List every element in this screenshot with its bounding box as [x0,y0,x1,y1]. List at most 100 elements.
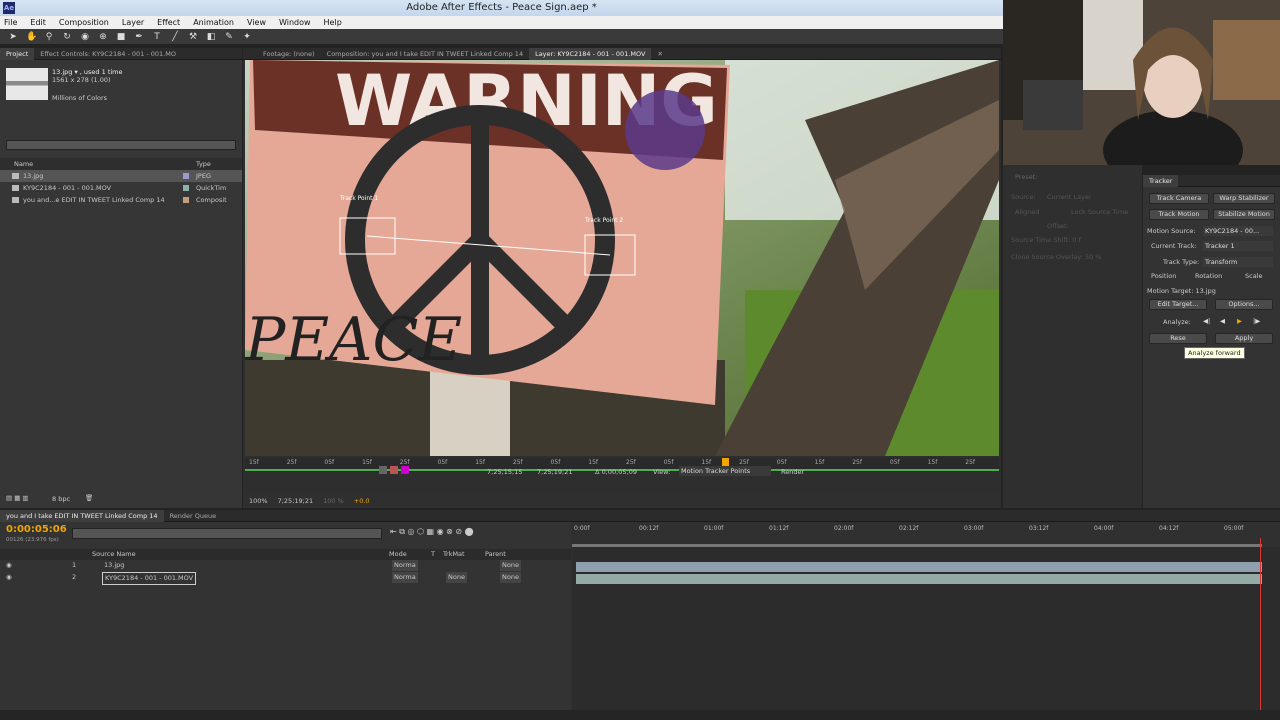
timeline-search-input[interactable] [72,528,382,539]
tab-layer[interactable]: Layer: KY9C2184 - 001 - 001.MOV [529,47,652,60]
tab-tracker[interactable]: Tracker [1143,174,1179,187]
render-checkbox[interactable]: Render [781,468,804,476]
stabilize-motion-button[interactable]: Stabilize Motion [1213,209,1275,220]
layer-bar-mov[interactable] [576,574,1262,584]
menu-file[interactable]: File [4,16,17,29]
roto-brush-tool-icon[interactable]: ✎ [224,32,234,42]
set-in-icon[interactable] [379,466,387,474]
tab-footage[interactable]: Footage: (none) [243,50,321,58]
zoom-select[interactable]: 100% [249,497,268,505]
project-item[interactable]: KY9C2184 - 001 - 001.MOV QuickTim [0,182,242,194]
timeline-layer-row[interactable]: ◉ 1 13.jpg Norma None [0,560,571,571]
column-name[interactable]: Name [14,158,33,170]
clone-stamp-tool-icon[interactable]: ⚒ [188,32,198,42]
source-select[interactable]: Current Layer [1047,193,1092,201]
options-button[interactable]: Options... [1215,299,1273,310]
close-tab-icon[interactable]: ✕ [651,50,668,58]
mode-select[interactable]: Norma [392,572,418,583]
current-time-display[interactable]: 0:00:05:06 [6,524,67,535]
menu-animation[interactable]: Animation [193,16,234,29]
analyze-1-forward-icon[interactable]: |▶ [1253,317,1260,325]
tab-render-queue[interactable]: Render Queue [164,512,223,520]
lock-source-time-checkbox[interactable]: Lock Source Time [1071,208,1128,216]
type-tool-icon[interactable]: T [152,32,162,42]
project-search-input[interactable] [6,140,236,150]
tab-timeline-comp[interactable]: you and I take EDIT IN TWEET Linked Comp… [0,509,164,522]
analyze-1-back-icon[interactable]: ◀ [1220,317,1225,325]
column-parent[interactable]: Parent [485,549,506,560]
menu-view[interactable]: View [247,16,266,29]
zoom-tool-icon[interactable]: ⚲ [44,32,54,42]
edit-target-button[interactable]: Edit Target... [1149,299,1207,310]
reset-button[interactable]: Rese [1149,333,1207,344]
analyze-back-icon[interactable]: ◀| [1203,317,1210,325]
menu-window[interactable]: Window [279,16,311,29]
trash-icon[interactable]: 🗑 [85,494,93,502]
parent-select[interactable]: None [500,560,521,571]
current-time-display[interactable]: 7;25;19;21 [278,497,314,505]
tab-project[interactable]: Project [0,47,35,60]
aligned-checkbox[interactable]: Aligned [1015,208,1039,216]
column-t[interactable]: T [431,549,435,560]
brush-tool-icon[interactable]: ╱ [170,32,180,42]
motion-source-select[interactable]: KY9C2184 - 00... [1203,226,1273,236]
layer-in-point[interactable]: 7;25;15;15 [487,468,523,476]
interpret-footage-icon[interactable]: ▤ ▦ ▥ [6,494,29,502]
current-track-select[interactable]: Tracker 1 [1203,241,1273,251]
view-select[interactable]: Motion Tracker Points [679,466,771,476]
column-mode[interactable]: Mode [389,549,407,560]
puppet-pin-tool-icon[interactable]: ✦ [242,32,252,42]
menu-effect[interactable]: Effect [157,16,180,29]
pen-tool-icon[interactable]: ✒ [134,32,144,42]
playhead-marker[interactable] [722,458,729,466]
parent-select[interactable]: None [500,572,521,583]
project-item[interactable]: 13.jpg JPEG [0,170,242,182]
eraser-tool-icon[interactable]: ◧ [206,32,216,42]
exposure-value[interactable]: +0.0 [354,497,370,505]
ripple-insert-icon[interactable] [390,466,398,474]
menu-layer[interactable]: Layer [122,16,144,29]
timeline-graph[interactable]: 0:00f 00:12f 01:00f 01:12f 02:00f 02:12f 03:00… [572,522,1280,710]
timeline-switches-icons[interactable]: ⇤ ⧉ ◎ ⬡ ▦ ◉ ⊗ ⊘ ⬤ [390,527,560,539]
track-type-select[interactable]: Transform [1203,257,1273,267]
layer-bar-13jpg[interactable] [576,562,1262,572]
rotate-tool-icon[interactable]: ↻ [62,32,72,42]
menu-edit[interactable]: Edit [30,16,46,29]
analyze-forward-icon[interactable]: ▶ [1237,317,1242,325]
warp-stabilizer-button[interactable]: Warp Stabilizer [1213,193,1275,204]
bit-depth-button[interactable]: 8 bpc [52,495,70,503]
project-item[interactable]: you and...e EDIT IN TWEET Linked Comp 14… [0,194,242,206]
menu-composition[interactable]: Composition [59,16,109,29]
camera-tool-icon[interactable]: ◉ [80,32,90,42]
source-time-shift[interactable]: Source Time Shift: 0 f [1011,236,1081,244]
timeline-layer-row[interactable]: ◉ 2 KY9C2184 - 001 - 001.MOV Norma None … [0,572,571,585]
tab-composition[interactable]: Composition: you and I take EDIT IN TWEE… [321,50,529,58]
work-area-bar[interactable] [572,544,1262,547]
apply-button[interactable]: Apply [1215,333,1273,344]
column-source-name[interactable]: Source Name [92,549,136,560]
tab-effect-controls[interactable]: Effect Controls: KY9C2184 - 001 - 001.MO [34,50,182,58]
column-type[interactable]: Type [196,158,211,170]
visibility-eye-icon[interactable]: ◉ [6,560,12,571]
position-checkbox[interactable]: Position [1151,272,1176,280]
track-camera-button[interactable]: Track Camera [1149,193,1209,204]
mode-select[interactable]: Norma [392,560,418,571]
layer-footage-view[interactable]: WARNING PEACE Track Point 1 Track Point … [245,60,999,456]
hand-tool-icon[interactable]: ✋ [26,32,37,42]
pan-behind-tool-icon[interactable]: ⊕ [98,32,108,42]
layer-name[interactable]: KY9C2184 - 001 - 001.MOV [102,572,197,585]
selection-tool-icon[interactable]: ➤ [8,32,18,42]
rotation-checkbox[interactable]: Rotation [1195,272,1222,280]
menu-help[interactable]: Help [324,16,342,29]
layer-out-point[interactable]: 7;25;19;21 [537,468,573,476]
current-time-indicator[interactable] [1260,538,1261,710]
visibility-eye-icon[interactable]: ◉ [6,572,12,583]
clone-source-overlay[interactable]: Clone Source Overlay: 50 % [1011,253,1101,261]
layer-name[interactable]: 13.jpg [104,560,124,571]
mask-tool-icon[interactable]: ■ [116,32,126,42]
scale-checkbox[interactable]: Scale [1245,272,1263,280]
overlay-edit-icon[interactable] [401,466,409,474]
trkmat-select[interactable]: None [446,572,467,583]
track-motion-button[interactable]: Track Motion [1149,209,1209,220]
column-trkmat[interactable]: TrkMat [443,549,465,560]
